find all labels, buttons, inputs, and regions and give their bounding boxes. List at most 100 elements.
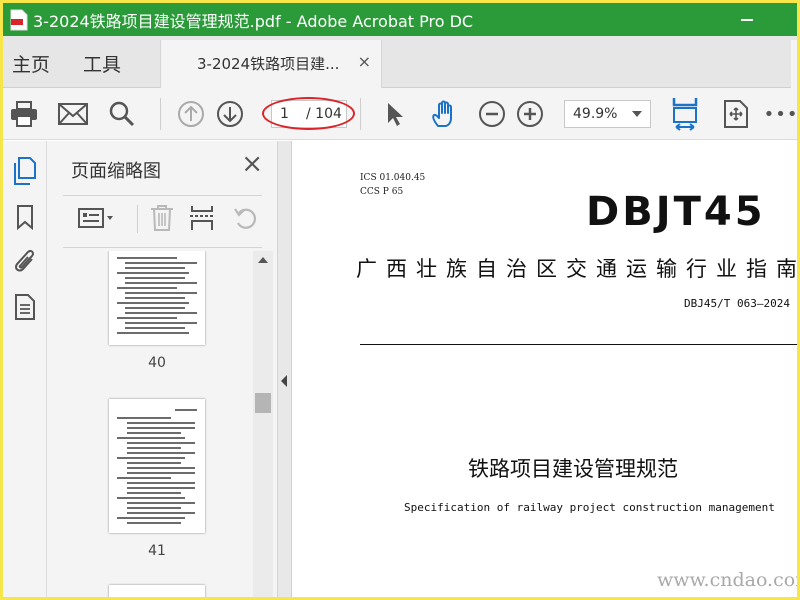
hand-tool-button[interactable] xyxy=(426,96,462,132)
thumbnail-text-line xyxy=(125,267,185,269)
thumbnail-text-line xyxy=(127,427,195,429)
next-page-button[interactable] xyxy=(212,96,248,132)
email-button[interactable] xyxy=(55,96,91,132)
page-up-icon xyxy=(178,101,204,127)
thumbnail-text-line xyxy=(125,292,197,294)
thumbnail-text-line xyxy=(117,417,171,419)
thumbnail-text-line xyxy=(127,467,195,469)
thumbnail-text-line xyxy=(127,522,181,524)
thumbnails-icon xyxy=(14,157,36,185)
fit-page-button[interactable] xyxy=(718,96,754,132)
acrobat-window: 3-2024铁路项目建设管理规范.pdf - Adobe Acrobat Pro… xyxy=(3,3,797,597)
thumbnail-text-line xyxy=(117,317,177,319)
bookmark-icon xyxy=(17,205,33,230)
fit-width-icon xyxy=(672,98,698,131)
zoom-value: 49.9% xyxy=(573,106,618,122)
attachments-button[interactable] xyxy=(11,247,39,275)
options-icon xyxy=(78,208,113,228)
navigation-rail xyxy=(3,141,47,597)
more-icon: ••• xyxy=(763,103,797,125)
thumbnail-text-line xyxy=(117,457,185,459)
collapse-panel-icon[interactable] xyxy=(281,375,287,387)
thumbnail-text-line xyxy=(127,492,181,494)
panel-separator xyxy=(137,205,138,233)
select-tool-button[interactable] xyxy=(377,96,413,132)
thumbnail-page-label: 40 xyxy=(148,355,166,371)
minimize-icon xyxy=(741,18,753,21)
nav-home[interactable]: 主页 xyxy=(12,50,50,77)
thumbnails-list: 40 41 xyxy=(63,251,253,597)
search-button[interactable] xyxy=(104,96,140,132)
previous-page-button[interactable] xyxy=(173,96,209,132)
more-tools-button[interactable]: ••• xyxy=(763,96,797,132)
zoom-out-icon xyxy=(479,101,505,127)
thumbnail-text-line xyxy=(127,482,195,484)
thumbnails-scrollbar[interactable] xyxy=(253,251,273,597)
zoom-in-button[interactable] xyxy=(512,96,548,132)
thumbnails-button[interactable] xyxy=(11,157,39,185)
minimize-button[interactable] xyxy=(724,3,770,36)
doc-standard-code: DBJ45/T 063—2024 xyxy=(684,297,790,310)
undo-button[interactable] xyxy=(231,203,261,233)
app-pdf-icon xyxy=(10,9,28,31)
toolbar-separator xyxy=(360,98,361,130)
annotation-ellipse xyxy=(262,97,355,130)
toolbar-separator xyxy=(160,98,161,130)
thumbnail-text-line xyxy=(175,409,197,411)
delete-page-button[interactable] xyxy=(147,203,177,233)
nav-tools[interactable]: 工具 xyxy=(83,50,121,77)
print-button[interactable] xyxy=(6,96,42,132)
thumbnail-text-line xyxy=(125,297,185,299)
document-info-button[interactable] xyxy=(11,293,39,321)
document-info-icon xyxy=(15,294,35,320)
doc-ics: ICS 01.040.45 xyxy=(360,173,426,183)
doc-standard-logo: DBJT45 xyxy=(586,189,766,235)
tab-close-button[interactable]: × xyxy=(358,52,371,71)
fit-width-button[interactable] xyxy=(667,96,703,132)
scrollbar-thumb[interactable] xyxy=(255,393,271,413)
thumbnail-text-line xyxy=(127,442,195,444)
thumbnail-text-line xyxy=(125,322,197,324)
zoom-select[interactable]: 49.9% xyxy=(564,100,651,128)
thumbnail-text-line xyxy=(125,282,197,284)
thumbnail-text-line xyxy=(125,327,185,329)
page-thumbnail[interactable] xyxy=(109,399,205,533)
extract-icon xyxy=(190,206,214,230)
chevron-down-icon xyxy=(632,111,642,117)
thumbnail-text-line xyxy=(117,302,189,304)
panel-divider xyxy=(63,195,262,196)
zoom-out-button[interactable] xyxy=(474,96,510,132)
fit-page-icon xyxy=(724,100,748,128)
thumbnail-text-line xyxy=(127,502,195,504)
select-arrow-icon xyxy=(388,103,403,126)
doc-title: 铁路项目建设管理规范 xyxy=(468,457,678,481)
doc-organization: 广西壮族自治区交通运输行业指南 xyxy=(356,257,797,281)
thumbnail-text-line xyxy=(127,472,195,474)
print-icon xyxy=(11,101,37,127)
scroll-up-icon[interactable] xyxy=(258,257,268,263)
thumbnail-text-line xyxy=(117,332,189,334)
search-icon xyxy=(109,101,135,127)
thumbnail-text-line xyxy=(117,257,177,259)
document-tab[interactable]: 3-2024铁路项目建... × xyxy=(160,40,382,88)
thumbnail-text-line xyxy=(117,497,185,499)
thumbnail-page-label: 41 xyxy=(148,543,166,559)
page-thumbnail[interactable] xyxy=(109,585,205,597)
title-bar: 3-2024铁路项目建设管理规范.pdf - Adobe Acrobat Pro… xyxy=(3,3,797,36)
panel-splitter[interactable] xyxy=(278,141,292,597)
thumbnail-text-line xyxy=(117,517,185,519)
trash-icon xyxy=(151,205,173,231)
thumbnail-text-line xyxy=(127,512,195,514)
doc-subtitle: Specification of railway project constru… xyxy=(404,501,775,514)
thumbnail-text-line xyxy=(127,422,195,424)
document-tab-label: 3-2024铁路项目建... xyxy=(197,55,340,73)
thumbnail-text-line xyxy=(127,432,181,434)
tab-bar-edge xyxy=(791,40,797,88)
panel-close-button[interactable]: × xyxy=(241,151,263,177)
page-thumbnail[interactable] xyxy=(109,251,205,345)
doc-horizontal-rule xyxy=(360,344,797,345)
thumbnail-options-button[interactable] xyxy=(77,203,117,233)
extract-page-button[interactable] xyxy=(187,203,217,233)
bookmarks-button[interactable] xyxy=(11,203,39,231)
panel-divider xyxy=(63,247,262,248)
